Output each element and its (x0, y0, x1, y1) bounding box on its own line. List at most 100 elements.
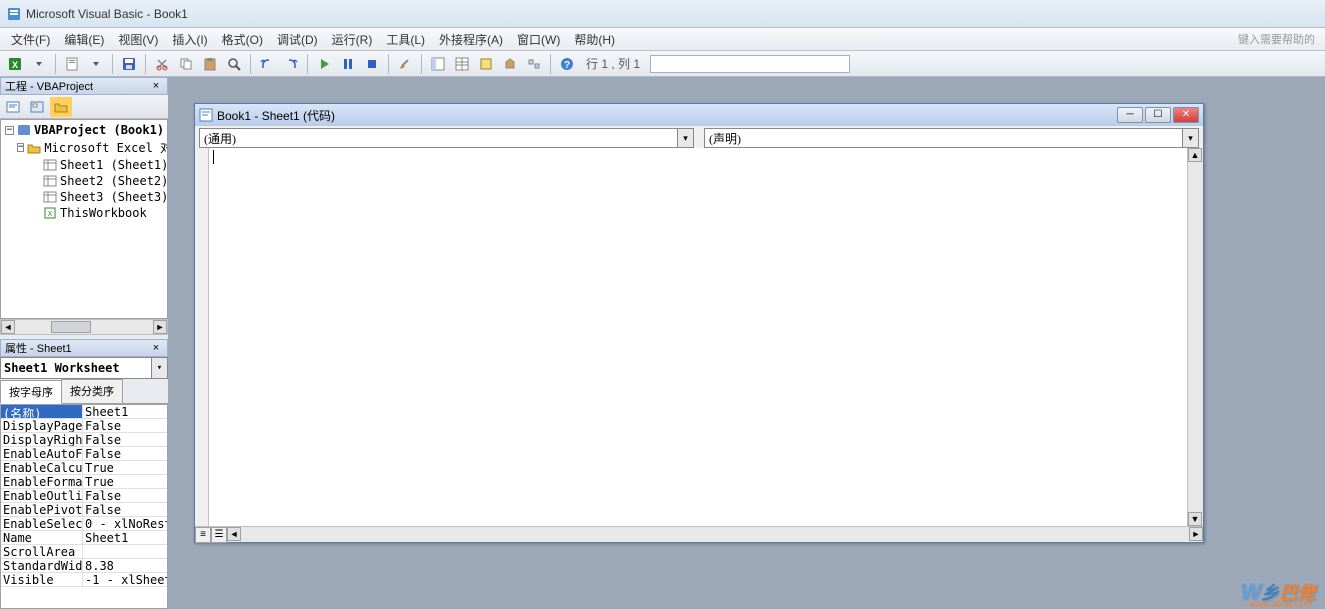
scroll-up-icon[interactable]: ▲ (1188, 148, 1202, 162)
tab-order-button[interactable] (523, 53, 545, 75)
property-row[interactable]: (名称)Sheet1 (1, 405, 167, 419)
property-value[interactable] (83, 545, 167, 558)
menu-format[interactable]: 格式(O) (215, 29, 270, 50)
toggle-folders-button[interactable] (50, 97, 72, 117)
property-row[interactable]: EnableCalculatTrue (1, 461, 167, 475)
design-mode-button[interactable] (394, 53, 416, 75)
toolbar-search-input[interactable] (650, 55, 850, 73)
code-vscrollbar[interactable]: ▲ ▼ (1187, 148, 1203, 526)
view-excel-button[interactable]: X (4, 53, 26, 75)
property-value[interactable]: Sheet1 (83, 531, 167, 544)
property-value[interactable]: True (83, 475, 167, 488)
toolbar-dropdown-icon-2[interactable] (85, 53, 107, 75)
scroll-left-icon[interactable]: ◄ (1, 320, 15, 334)
redo-button[interactable] (280, 53, 302, 75)
collapse-icon[interactable]: − (5, 126, 14, 135)
code-window-titlebar[interactable]: Book1 - Sheet1 (代码) ─ ☐ ✕ (195, 104, 1203, 126)
property-value[interactable]: Sheet1 (83, 405, 167, 418)
project-explorer-button[interactable] (427, 53, 449, 75)
scroll-left-icon[interactable]: ◄ (227, 527, 241, 541)
property-value[interactable]: False (83, 419, 167, 432)
property-row[interactable]: EnableOutlininFalse (1, 489, 167, 503)
menu-run[interactable]: 运行(R) (325, 29, 380, 50)
close-button[interactable]: ✕ (1173, 107, 1199, 123)
tree-sheet3[interactable]: Sheet3 (Sheet3) (3, 189, 165, 205)
help-hint[interactable]: 键入需要帮助的 (1238, 31, 1321, 47)
menu-window[interactable]: 窗口(W) (510, 29, 567, 50)
property-row[interactable]: DisplayPageBreFalse (1, 419, 167, 433)
procedure-view-button[interactable]: ≡ (195, 527, 211, 543)
tab-alphabetic[interactable]: 按字母序 (0, 380, 62, 404)
object-combo[interactable]: (通用) ▾ (199, 128, 694, 148)
dropdown-icon[interactable]: ▾ (677, 129, 693, 147)
property-row[interactable]: DisplayRightToFalse (1, 433, 167, 447)
property-row[interactable]: NameSheet1 (1, 531, 167, 545)
property-row[interactable]: EnableFormatCoTrue (1, 475, 167, 489)
property-value[interactable]: False (83, 433, 167, 446)
property-value[interactable]: True (83, 461, 167, 474)
reset-button[interactable] (361, 53, 383, 75)
scroll-right-icon[interactable]: ► (153, 320, 167, 334)
copy-button[interactable] (175, 53, 197, 75)
scroll-down-icon[interactable]: ▼ (1188, 512, 1202, 526)
tab-categorized[interactable]: 按分类序 (61, 379, 123, 403)
break-button[interactable] (337, 53, 359, 75)
menu-insert[interactable]: 插入(I) (165, 29, 214, 50)
save-button[interactable] (118, 53, 140, 75)
toolbar-dropdown-icon[interactable] (28, 53, 50, 75)
tree-sheet2[interactable]: Sheet2 (Sheet2) (3, 173, 165, 189)
undo-button[interactable] (256, 53, 278, 75)
procedure-combo[interactable]: (声明) ▾ (704, 128, 1199, 148)
property-row[interactable]: EnableSelectio0 - xlNoRestr (1, 517, 167, 531)
object-browser-button[interactable] (475, 53, 497, 75)
project-tree[interactable]: − VBAProject (Book1) − Microsoft Excel 对… (0, 119, 168, 319)
properties-grid[interactable]: (名称)Sheet1DisplayPageBreFalseDisplayRigh… (0, 404, 168, 609)
tree-sheet1[interactable]: Sheet1 (Sheet1) (3, 157, 165, 173)
property-row[interactable]: ScrollArea (1, 545, 167, 559)
maximize-button[interactable]: ☐ (1145, 107, 1171, 123)
tree-group[interactable]: − Microsoft Excel 对象 (3, 138, 165, 157)
property-value[interactable]: 8.38 (83, 559, 167, 572)
scroll-thumb[interactable] (51, 321, 91, 333)
cut-button[interactable] (151, 53, 173, 75)
insert-module-button[interactable] (61, 53, 83, 75)
code-editor[interactable] (209, 148, 1187, 526)
project-hscrollbar[interactable]: ◄ ► (0, 319, 168, 335)
property-value[interactable]: False (83, 503, 167, 516)
scroll-right-icon[interactable]: ► (1189, 527, 1203, 541)
properties-object-combo[interactable]: Sheet1 Worksheet ▾ (0, 357, 168, 379)
menu-help[interactable]: 帮助(H) (567, 29, 622, 50)
menu-edit[interactable]: 编辑(E) (57, 29, 111, 50)
tree-root[interactable]: − VBAProject (Book1) (3, 122, 165, 138)
menu-debug[interactable]: 调试(D) (270, 29, 325, 50)
menu-view[interactable]: 视图(V) (111, 29, 165, 50)
property-value[interactable]: False (83, 489, 167, 502)
menu-file[interactable]: 文件(F) (4, 29, 57, 50)
property-row[interactable]: EnableAutoFiltFalse (1, 447, 167, 461)
view-code-button[interactable] (2, 97, 24, 117)
property-value[interactable]: False (83, 447, 167, 460)
dropdown-icon[interactable]: ▾ (151, 358, 167, 378)
collapse-icon[interactable]: − (17, 143, 24, 152)
properties-button[interactable] (451, 53, 473, 75)
properties-panel-close-button[interactable]: × (149, 341, 163, 355)
menu-tools[interactable]: 工具(L) (379, 29, 432, 50)
property-row[interactable]: Visible-1 - xlSheetV (1, 573, 167, 587)
menu-addins[interactable]: 外接程序(A) (432, 29, 510, 50)
run-button[interactable] (313, 53, 335, 75)
find-button[interactable] (223, 53, 245, 75)
tree-thisworkbook[interactable]: X ThisWorkbook (3, 205, 165, 221)
property-row[interactable]: EnablePivotTabFalse (1, 503, 167, 517)
property-row[interactable]: StandardWidth8.38 (1, 559, 167, 573)
property-value[interactable]: 0 - xlNoRestr (83, 517, 167, 530)
paste-button[interactable] (199, 53, 221, 75)
project-panel-close-button[interactable]: × (149, 79, 163, 93)
dropdown-icon[interactable]: ▾ (1182, 129, 1198, 147)
minimize-button[interactable]: ─ (1117, 107, 1143, 123)
toolbox-button[interactable] (499, 53, 521, 75)
property-value[interactable]: -1 - xlSheetV (83, 573, 167, 586)
help-button[interactable]: ? (556, 53, 578, 75)
view-object-button[interactable] (26, 97, 48, 117)
code-hscrollbar[interactable]: ◄ ► (227, 527, 1203, 542)
full-module-view-button[interactable]: ☰ (211, 527, 227, 543)
